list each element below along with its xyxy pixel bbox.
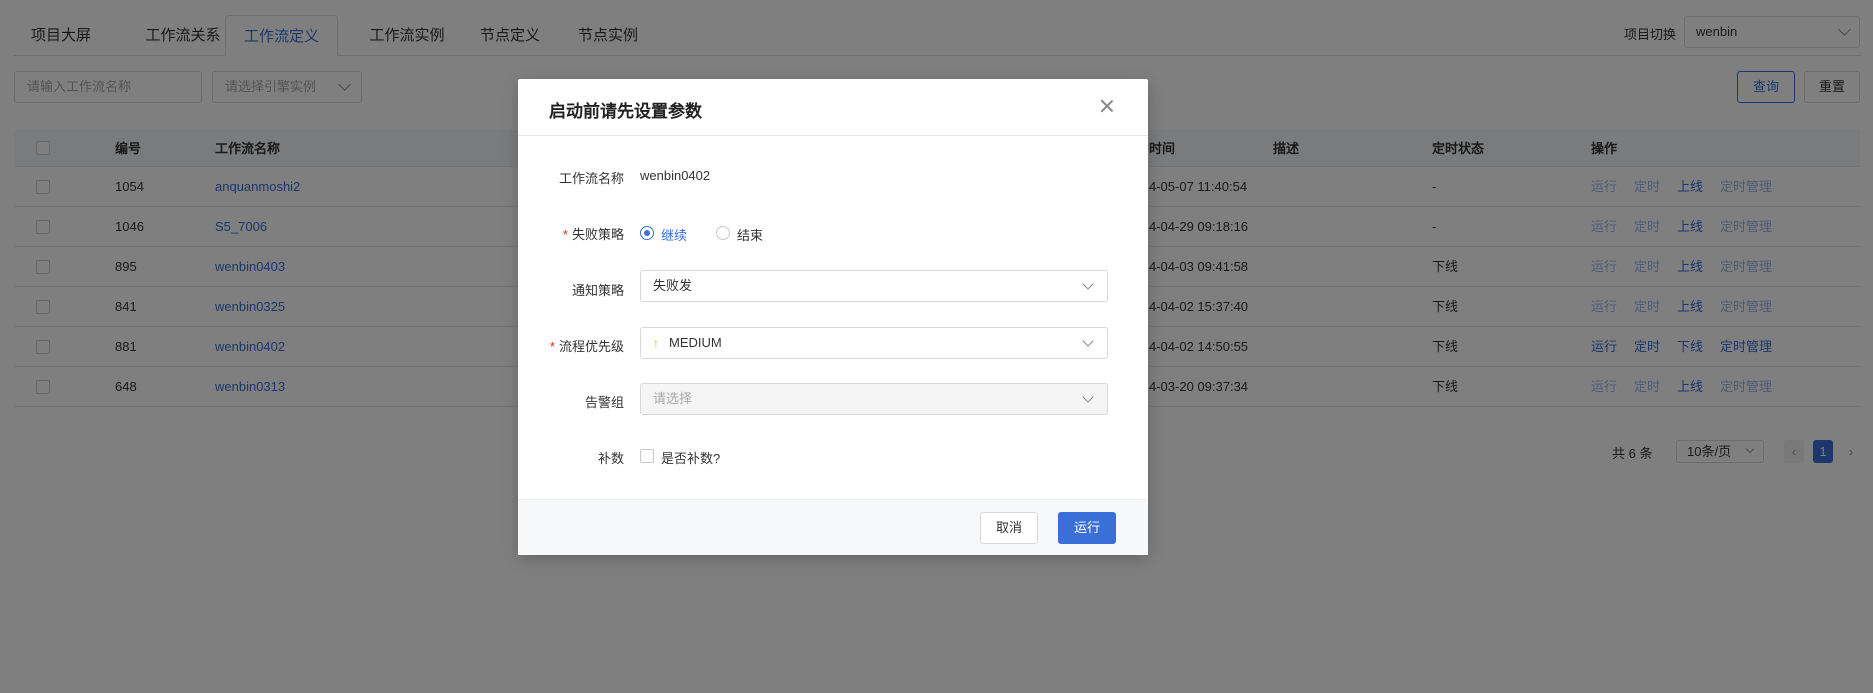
workflow-name-value: wenbin0402 xyxy=(640,168,711,183)
dialog-footer: 取消 运行 xyxy=(518,499,1148,555)
failure-strategy-label: * 失败策略 xyxy=(562,227,624,242)
close-icon[interactable] xyxy=(1099,98,1115,114)
chevron-down-icon xyxy=(1082,391,1094,403)
radio-continue[interactable] xyxy=(640,226,654,240)
start-params-dialog: 启动前请先设置参数 工作流名称 wenbin0402 * 失败策略 继续 结束 通… xyxy=(518,79,1148,555)
radio-continue-label[interactable]: 继续 xyxy=(661,225,687,244)
radio-end-label[interactable]: 结束 xyxy=(737,225,763,244)
alert-group-placeholder: 请选择 xyxy=(653,391,693,406)
cancel-button[interactable]: 取消 xyxy=(980,512,1038,544)
priority-label: * 流程优先级 xyxy=(549,339,624,354)
priority-text: 流程优先级 xyxy=(558,339,624,354)
workflow-name-label: 工作流名称 xyxy=(558,171,624,186)
chevron-down-icon xyxy=(1082,278,1094,290)
notify-strategy-label: 通知策略 xyxy=(571,283,624,298)
notify-strategy-value: 失败发 xyxy=(653,278,693,293)
priority-select[interactable]: ↑ MEDIUM xyxy=(640,327,1108,359)
alert-group-select[interactable]: 请选择 xyxy=(640,383,1108,415)
arrow-up-icon: ↑ xyxy=(653,336,659,350)
backfill-label: 补数 xyxy=(597,451,624,466)
priority-value: MEDIUM xyxy=(669,335,722,350)
notify-strategy-select[interactable]: 失败发 xyxy=(640,270,1108,302)
failure-strategy-text: 失败策略 xyxy=(571,227,624,242)
dialog-title: 启动前请先设置参数 xyxy=(549,102,702,121)
radio-end[interactable] xyxy=(716,226,730,240)
backfill-checkbox-label[interactable]: 是否补数? xyxy=(661,448,720,467)
chevron-down-icon xyxy=(1082,335,1094,347)
dialog-header: 启动前请先设置参数 xyxy=(518,79,1148,136)
run-button[interactable]: 运行 xyxy=(1058,512,1116,544)
backfill-checkbox[interactable] xyxy=(640,449,654,463)
alert-group-label: 告警组 xyxy=(584,395,624,410)
